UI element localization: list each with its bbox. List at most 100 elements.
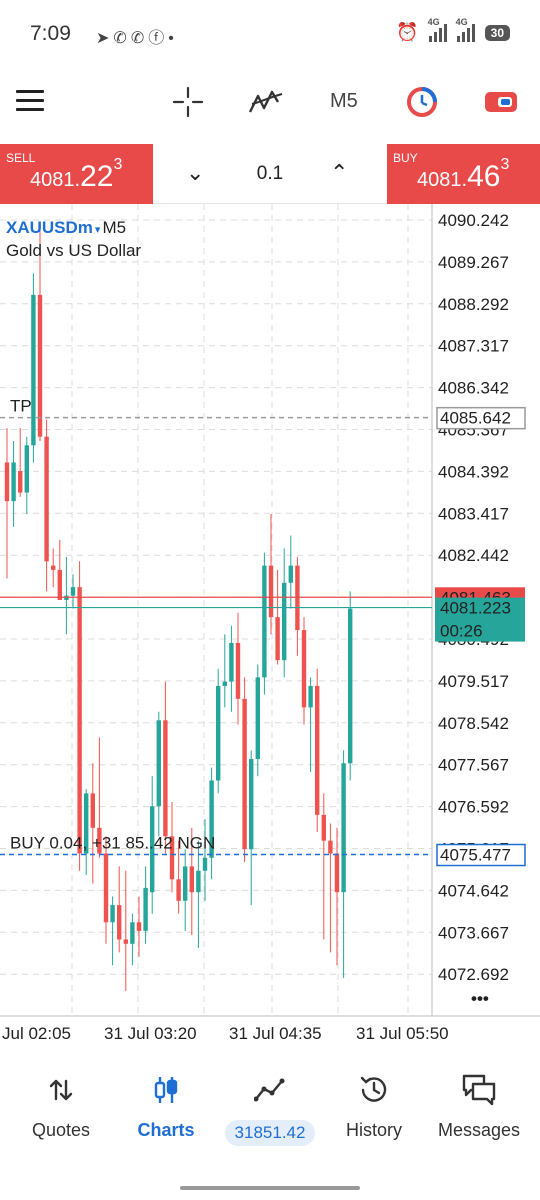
messages-icon	[425, 1072, 533, 1108]
new-order-icon[interactable]	[484, 88, 518, 116]
price-chart[interactable]: 4090.242 4089.267 4088.292 4087.317 4086.342…	[0, 204, 540, 1050]
candle-body	[301, 630, 307, 708]
price-tick-label: 4090.242	[438, 211, 509, 230]
notification-icons: ➤✆✆ⓕ•	[96, 24, 178, 48]
chart-canvas[interactable]: 4090.242 4089.267 4088.292 4087.317 4086.342…	[0, 204, 540, 1050]
chart-toolbar: M5	[0, 70, 540, 135]
nav-history-label: History	[345, 1120, 402, 1140]
time-tick-label: Jul 02:05	[2, 1024, 71, 1043]
candle-body	[255, 677, 260, 759]
candle-body	[77, 587, 82, 854]
price-tick-label: 4079.517	[438, 672, 509, 691]
price-tick-label: 4072.692	[438, 965, 509, 984]
candle-body	[183, 866, 188, 901]
price-tick-label: 4083.417	[438, 504, 509, 523]
sell-price: 4081.223	[30, 156, 123, 193]
buy-label: BUY	[393, 151, 418, 165]
candle-body	[196, 870, 201, 893]
position-price: 4075.477	[440, 846, 511, 865]
crosshair-icon[interactable]	[172, 86, 204, 118]
whatsapp-business-icon: ✆	[130, 30, 149, 47]
status-time: 7:09	[30, 22, 71, 45]
candle-body	[136, 922, 142, 931]
candle-body	[229, 642, 234, 682]
symbol-timeframe: M5	[102, 218, 127, 237]
price-tick-label: 4088.292	[438, 295, 509, 314]
lot-volume[interactable]: 0.1	[230, 163, 310, 185]
nav-trade[interactable]: 31851.42	[216, 1072, 324, 1146]
nav-charts[interactable]: Charts	[112, 1072, 220, 1141]
symbol-dropdown-icon[interactable]: ▾	[95, 224, 101, 236]
nav-messages[interactable]: Messages	[425, 1072, 533, 1141]
one-click-trade-panel: SELL 4081.223 ⌄ 0.1 ⌃ BUY 4081.463	[0, 144, 540, 204]
price-tick-label: 4073.667	[438, 923, 509, 942]
charts-icon	[112, 1072, 220, 1108]
candle-body	[249, 758, 254, 850]
buy-button[interactable]: BUY 4081.463	[387, 144, 540, 204]
timeframe-button[interactable]: M5	[330, 90, 358, 113]
position-label: BUY 0.04, +31 85..42 NGN	[10, 834, 215, 853]
time-tick-label: 31 Jul 04:35	[229, 1024, 322, 1043]
price-tick-label: 4087.317	[438, 337, 509, 356]
price-tick-label: 4084.392	[438, 462, 509, 481]
facebook-icon: ⓕ	[148, 30, 169, 47]
candle-body	[334, 853, 340, 893]
trade-icon	[216, 1072, 324, 1108]
price-tick-label: 4082.442	[438, 546, 509, 565]
candle-body	[202, 857, 208, 871]
candle-body	[275, 617, 280, 661]
candle-body	[321, 814, 326, 841]
candle-body	[176, 879, 181, 901]
menu-icon[interactable]	[16, 90, 44, 112]
quotes-icon	[7, 1072, 115, 1108]
candle-body	[70, 587, 76, 596]
candle-body	[57, 569, 62, 600]
signal-icon-2: 4G	[456, 17, 475, 42]
lot-increase-chevron-icon[interactable]: ⌃	[330, 160, 348, 186]
bid-price: 4081.223	[440, 599, 511, 618]
status-bar: 7:09 ➤✆✆ⓕ• ⏰ 4G 4G 30	[0, 0, 540, 70]
nav-charts-label: Charts	[137, 1120, 195, 1140]
symbol-name[interactable]: XAUUSDm	[6, 218, 93, 237]
nav-quotes-label: Quotes	[31, 1120, 91, 1140]
take-profit-label: TP	[10, 397, 32, 416]
candle-body	[143, 887, 148, 931]
status-indicators: ⏰ 4G 4G 30	[396, 17, 510, 43]
more-menu-icon[interactable]: •••	[471, 989, 489, 1008]
sell-button[interactable]: SELL 4081.223	[0, 144, 153, 204]
symbol-header[interactable]: XAUUSDm ▾ M5	[6, 218, 126, 238]
time-tick-label: 31 Jul 03:20	[104, 1024, 197, 1043]
take-profit-price: 4085.642	[440, 409, 511, 428]
price-tick-label: 4076.592	[438, 798, 509, 817]
one-click-trading-icon[interactable]	[406, 86, 438, 118]
candle-body	[315, 685, 320, 815]
history-icon	[320, 1072, 428, 1108]
battery-icon: 30	[484, 24, 510, 41]
candle-body	[156, 720, 161, 807]
lot-decrease-chevron-icon[interactable]: ⌄	[186, 160, 204, 186]
account-balance: 31851.42	[224, 1120, 316, 1146]
candle-body	[222, 681, 227, 686]
telegram-icon: ➤	[96, 30, 114, 47]
home-indicator[interactable]	[180, 1186, 360, 1190]
candle-body	[235, 642, 241, 699]
candle-body	[348, 608, 353, 764]
candle-body	[130, 922, 135, 944]
time-tick-label: 31 Jul 05:50	[356, 1024, 449, 1043]
candle-body	[90, 793, 95, 828]
buy-price: 4081.463	[417, 156, 510, 193]
candle-body	[123, 939, 128, 944]
candle-body	[37, 294, 43, 437]
nav-history[interactable]: History	[320, 1072, 428, 1141]
bar-countdown: 00:26	[440, 622, 483, 641]
candle-body	[11, 462, 16, 502]
candle-body	[103, 853, 109, 923]
price-tick-label: 4074.642	[438, 881, 509, 900]
nav-messages-label: Messages	[437, 1120, 521, 1140]
candle-body	[117, 905, 122, 940]
candle-body	[18, 471, 23, 493]
nav-quotes[interactable]: Quotes	[7, 1072, 115, 1141]
candle-body	[189, 866, 194, 893]
indicators-icon[interactable]	[248, 86, 284, 118]
candle-body	[341, 763, 346, 893]
